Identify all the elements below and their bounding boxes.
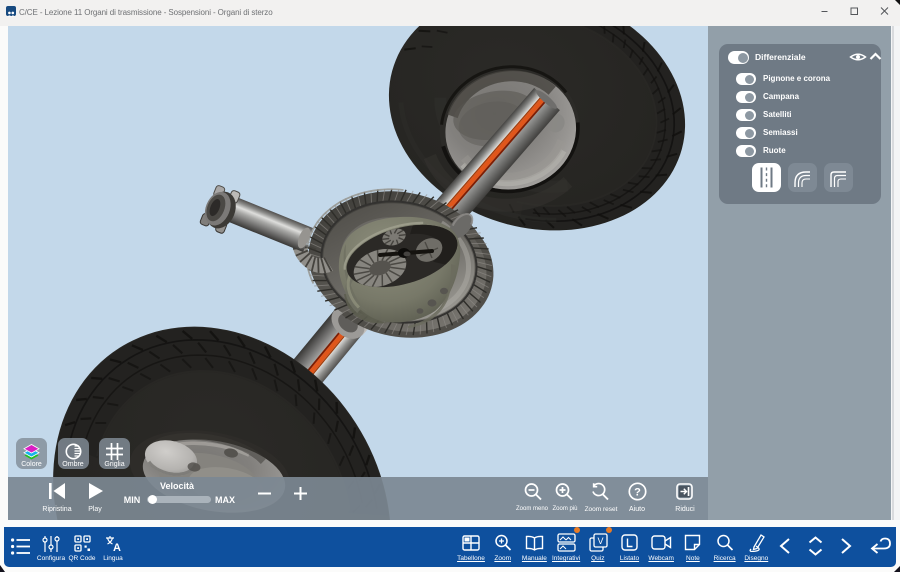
svg-text:A: A: [113, 542, 121, 553]
svg-text:V: V: [597, 536, 603, 546]
svg-text:?: ?: [634, 486, 641, 498]
